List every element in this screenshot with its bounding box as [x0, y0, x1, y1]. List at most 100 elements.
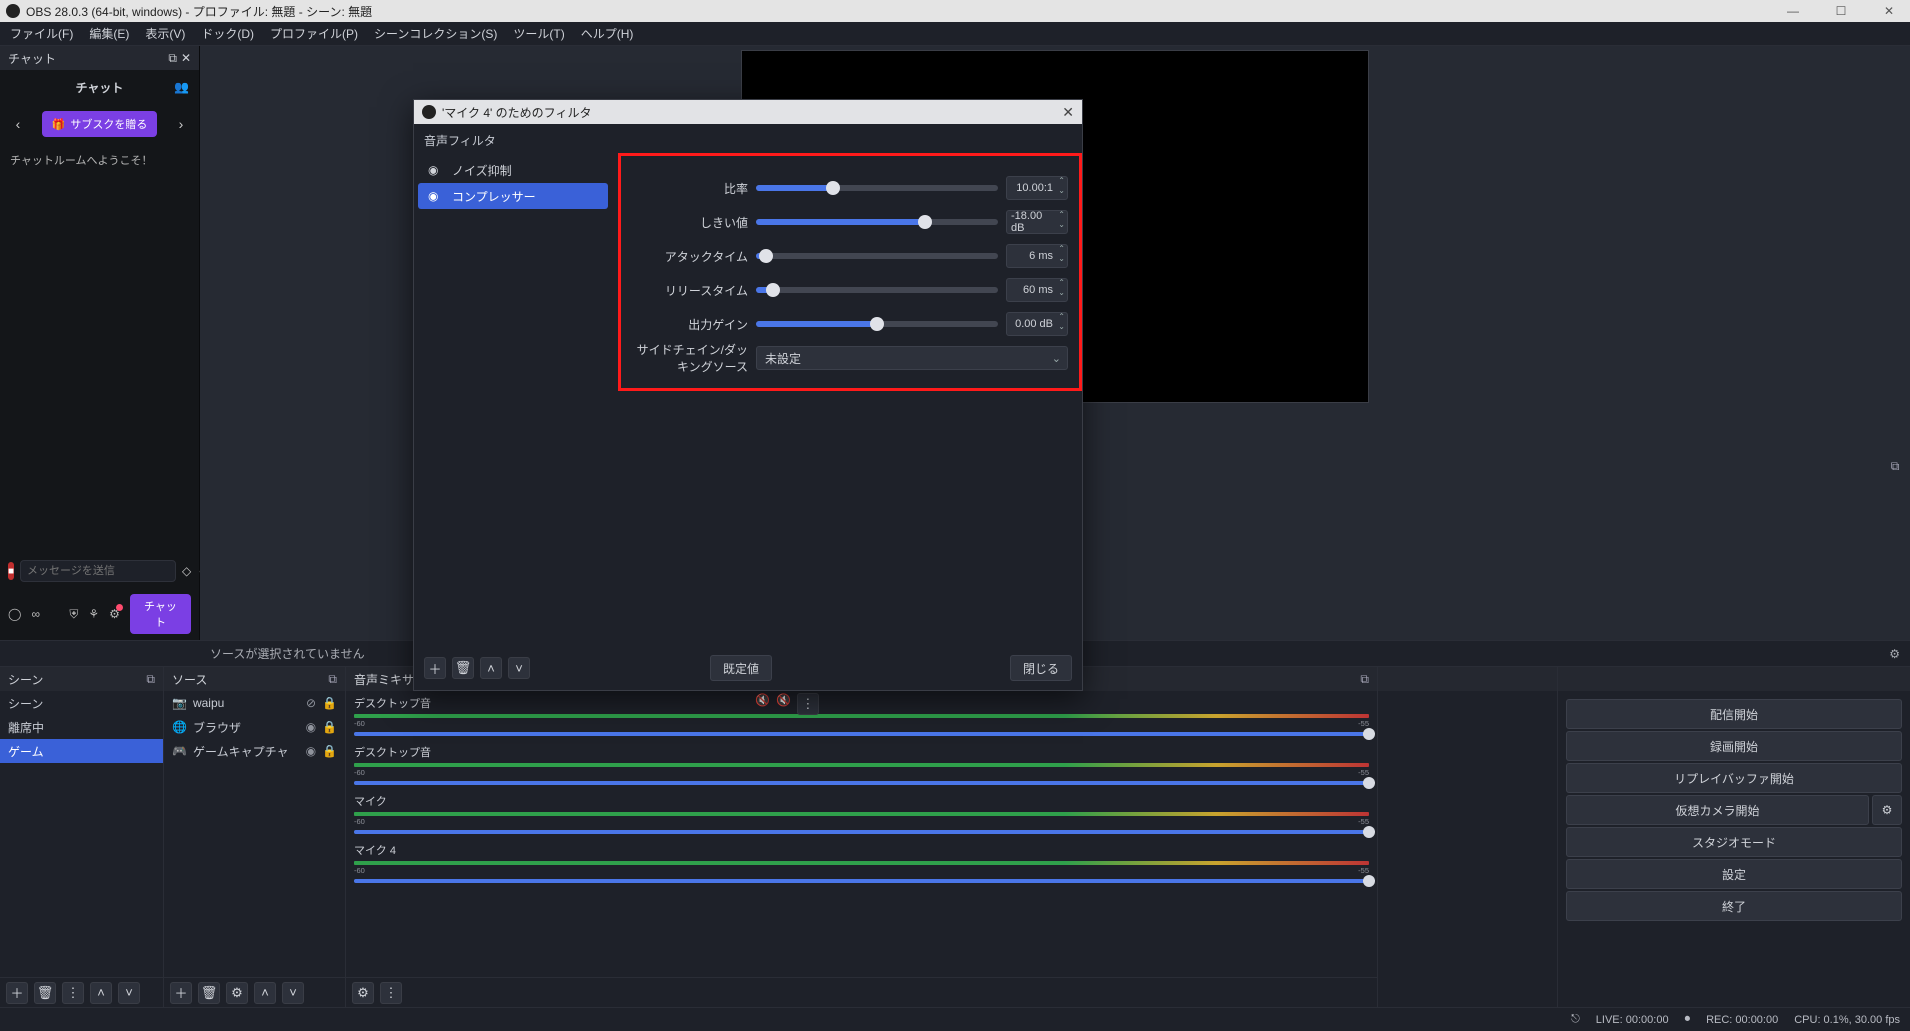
- lock-icon[interactable]: 🔒: [322, 720, 337, 734]
- filter-list-item[interactable]: ◉コンプレッサー: [418, 183, 608, 209]
- add-filter-button[interactable]: ＋: [424, 657, 446, 679]
- menu-scenecollection[interactable]: シーンコレクション(S): [374, 25, 497, 42]
- shield-icon[interactable]: ⛨: [69, 607, 78, 622]
- attack-spinbox[interactable]: 6 ms: [1006, 244, 1068, 268]
- source-properties-icon[interactable]: ⚙: [1889, 647, 1900, 661]
- start-virtual-cam-button[interactable]: 仮想カメラ開始: [1566, 795, 1869, 825]
- lock-icon[interactable]: 🔒: [322, 696, 337, 710]
- visibility-toggle-icon[interactable]: ⊘: [306, 696, 316, 710]
- output-gain-spinbox[interactable]: 0.00 dB: [1006, 312, 1068, 336]
- camera-badge-icon[interactable]: ■: [8, 562, 14, 580]
- chat-message-input[interactable]: [20, 560, 176, 582]
- dock-popout-icon[interactable]: ⧉: [146, 672, 155, 687]
- eye-icon[interactable]: ◉: [428, 163, 444, 177]
- move-source-up-button[interactable]: ˄: [254, 982, 276, 1004]
- activity-icon[interactable]: ⚘: [88, 607, 99, 621]
- chat-send-button[interactable]: チャット: [130, 594, 191, 634]
- filter-name: ノイズ抑制: [452, 162, 512, 179]
- filter-list: ◉ ノイズ抑制 ◉コンプレッサー: [414, 153, 612, 646]
- release-spinbox[interactable]: 60 ms: [1006, 278, 1068, 302]
- mixer-settings-button[interactable]: ⚙: [352, 982, 374, 1004]
- move-filter-up-button[interactable]: ˄: [480, 657, 502, 679]
- chevron-right-icon[interactable]: ›: [173, 116, 189, 132]
- source-item[interactable]: 📷waipu⊘🔒: [164, 691, 345, 715]
- output-gain-slider[interactable]: [756, 321, 998, 327]
- scene-filters-button[interactable]: ⋮: [62, 982, 84, 1004]
- studio-mode-button[interactable]: スタジオモード: [1566, 827, 1902, 857]
- scene-item[interactable]: 離席中: [0, 715, 163, 739]
- lock-icon[interactable]: 🔒: [322, 744, 337, 758]
- virtual-cam-settings-button[interactable]: ⚙: [1872, 795, 1902, 825]
- scene-item[interactable]: ゲーム: [0, 739, 163, 763]
- dock-popout-icon[interactable]: ⧉: [1360, 672, 1369, 687]
- exit-button[interactable]: 終了: [1566, 891, 1902, 921]
- mixer-channel: マイク -60-55: [346, 789, 1377, 838]
- add-source-button[interactable]: ＋: [170, 982, 192, 1004]
- threshold-spinbox[interactable]: -18.00 dB: [1006, 210, 1068, 234]
- remove-source-button[interactable]: 🗑: [198, 982, 220, 1004]
- attack-slider[interactable]: [756, 253, 998, 259]
- mute-icon[interactable]: 🔇: [755, 693, 770, 715]
- scenes-dock-title: シーン: [8, 671, 43, 688]
- close-window-button[interactable]: ✕: [1874, 4, 1904, 18]
- volume-slider[interactable]: [354, 732, 1369, 736]
- source-settings-button[interactable]: ⚙: [226, 982, 248, 1004]
- ratio-slider[interactable]: [756, 185, 998, 191]
- rec-icon: ⏺: [1685, 1013, 1691, 1026]
- menu-tools[interactable]: ツール(T): [513, 25, 564, 42]
- volume-slider[interactable]: [354, 781, 1369, 785]
- gift-sub-button[interactable]: 🎁 サブスクを贈る: [42, 111, 158, 137]
- remove-filter-button[interactable]: 🗑: [452, 657, 474, 679]
- ratio-spinbox[interactable]: 10.00:1: [1006, 176, 1068, 200]
- threshold-slider[interactable]: [756, 219, 998, 225]
- chevron-left-icon[interactable]: ‹: [10, 116, 26, 132]
- menubar: ファイル(F) 編集(E) 表示(V) ドック(D) プロファイル(P) シーン…: [0, 22, 1910, 46]
- remove-scene-button[interactable]: 🗑: [34, 982, 56, 1004]
- move-source-down-button[interactable]: ˅: [282, 982, 304, 1004]
- community-icon[interactable]: 👥: [174, 80, 189, 94]
- camera-icon: 📷: [172, 696, 187, 710]
- start-streaming-button[interactable]: 配信開始: [1566, 699, 1902, 729]
- move-scene-up-button[interactable]: ˄: [90, 982, 112, 1004]
- dialog-close-button[interactable]: ✕: [1062, 104, 1074, 121]
- menu-profile[interactable]: プロファイル(P): [270, 25, 358, 42]
- source-item[interactable]: 🌐ブラウザ◉🔒: [164, 715, 345, 739]
- infinity-icon[interactable]: ∞: [31, 607, 40, 621]
- minimize-button[interactable]: —: [1778, 4, 1808, 18]
- add-scene-button[interactable]: ＋: [6, 982, 28, 1004]
- eye-icon[interactable]: ◉: [428, 189, 444, 203]
- menu-help[interactable]: ヘルプ(H): [581, 25, 634, 42]
- defaults-button[interactable]: 既定値: [710, 655, 772, 681]
- scene-item[interactable]: シーン: [0, 691, 163, 715]
- move-scene-down-button[interactable]: ˅: [118, 982, 140, 1004]
- dock-popout-icon[interactable]: ⧉: [1884, 455, 1906, 477]
- close-button[interactable]: 閉じる: [1010, 655, 1072, 681]
- bits-icon[interactable]: ◯: [8, 607, 21, 621]
- start-recording-button[interactable]: 録画開始: [1566, 731, 1902, 761]
- points-icon[interactable]: ◇: [182, 564, 191, 578]
- visibility-toggle-icon[interactable]: ◉: [306, 720, 316, 734]
- menu-file[interactable]: ファイル(F): [10, 25, 73, 42]
- start-replay-buffer-button[interactable]: リプレイバッファ開始: [1566, 763, 1902, 793]
- settings-button[interactable]: 設定: [1566, 859, 1902, 889]
- dock-popout-icon[interactable]: ⧉: [168, 51, 177, 66]
- move-filter-down-button[interactable]: ˅: [508, 657, 530, 679]
- volume-slider[interactable]: [354, 879, 1369, 883]
- filter-list-item[interactable]: ◉ ノイズ抑制: [418, 157, 608, 183]
- sidechain-combo[interactable]: 未設定: [756, 346, 1068, 370]
- maximize-button[interactable]: ☐: [1826, 4, 1856, 18]
- chat-settings-icon[interactable]: ⚙: [109, 607, 120, 621]
- volume-slider[interactable]: [354, 830, 1369, 834]
- mute-icon[interactable]: 🔇: [776, 693, 791, 715]
- dock-close-icon[interactable]: ✕: [181, 51, 191, 66]
- menu-edit[interactable]: 編集(E): [89, 25, 129, 42]
- mixer-menu-button[interactable]: ⋮: [380, 982, 402, 1004]
- menu-dock[interactable]: ドック(D): [201, 25, 254, 42]
- source-item[interactable]: 🎮ゲームキャプチャ◉🔒: [164, 739, 345, 763]
- chat-dock: チャット ⧉ ✕ チャット 👥 ‹ 🎁 サブスクを贈る › チャットルームへよう…: [0, 46, 200, 640]
- release-slider[interactable]: [756, 287, 998, 293]
- visibility-toggle-icon[interactable]: ◉: [306, 744, 316, 758]
- mixer-channel-menu-button[interactable]: ⋮: [797, 693, 819, 715]
- dock-popout-icon[interactable]: ⧉: [328, 672, 337, 687]
- menu-view[interactable]: 表示(V): [145, 25, 185, 42]
